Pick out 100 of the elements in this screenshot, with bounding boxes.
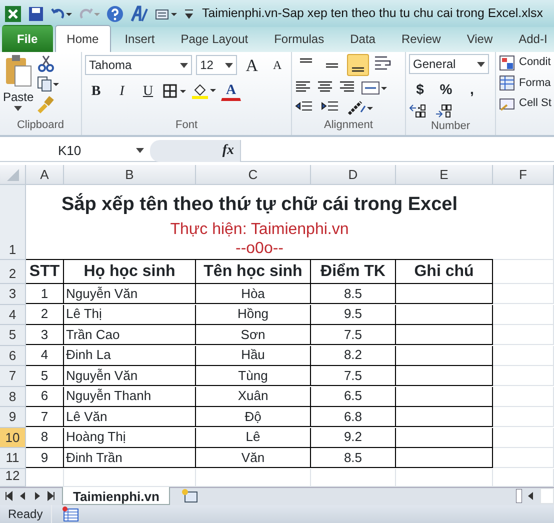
- font-size-field[interactable]: 12: [196, 55, 238, 76]
- underline-button[interactable]: U: [137, 80, 159, 102]
- column-header[interactable]: D: [311, 165, 396, 186]
- empty-cell: [493, 304, 554, 325]
- fill-color-icon[interactable]: [191, 82, 217, 100]
- row-header[interactable]: 11: [0, 448, 26, 469]
- empty-cell: [493, 386, 554, 407]
- align-center-icon[interactable]: [317, 80, 335, 94]
- last-sheet-icon[interactable]: [46, 491, 56, 502]
- borders-icon[interactable]: [163, 83, 187, 100]
- customize-menu-icon[interactable]: [184, 6, 194, 21]
- paste-button[interactable]: Paste: [3, 88, 34, 106]
- column-heading: Tên học sinh: [196, 260, 311, 284]
- ribbon-tab[interactable]: View: [454, 25, 505, 52]
- cell-styles-button[interactable]: Cell St: [499, 95, 551, 112]
- row-header[interactable]: 5: [0, 325, 26, 346]
- group-label: Number: [430, 119, 472, 134]
- percent-button[interactable]: %: [435, 78, 457, 100]
- align-lines-icon: [351, 67, 365, 72]
- ribbon-tab[interactable]: Formulas: [262, 25, 336, 52]
- prev-sheet-icon[interactable]: [18, 491, 28, 502]
- ribbon-tab[interactable]: Home: [54, 25, 111, 52]
- column-header[interactable]: F: [493, 165, 554, 186]
- italic-button[interactable]: I: [111, 80, 133, 102]
- text-orientation-icon[interactable]: [347, 100, 373, 116]
- row-header[interactable]: 2: [0, 260, 26, 284]
- format-table-button[interactable]: Forma: [499, 74, 551, 92]
- shrink-font-button[interactable]: A: [266, 54, 288, 76]
- column-header[interactable]: B: [64, 165, 196, 186]
- row-header[interactable]: 9: [0, 407, 26, 428]
- wrap-text-icon[interactable]: [373, 54, 393, 72]
- row-header[interactable]: 8: [0, 386, 26, 408]
- bold-button[interactable]: B: [85, 80, 107, 102]
- vertical-align-button[interactable]: [347, 54, 369, 76]
- copy-icon[interactable]: [36, 76, 59, 92]
- scroll-left-icon[interactable]: [526, 491, 536, 502]
- row-header[interactable]: 7: [0, 366, 26, 387]
- macro-record-icon[interactable]: [62, 506, 80, 522]
- conditional-formatting-button[interactable]: Condit: [499, 54, 551, 71]
- caret-icon[interactable]: [180, 62, 188, 68]
- ribbon-tab[interactable]: Insert: [112, 25, 167, 52]
- group-label: Clipboard: [16, 118, 66, 133]
- table-cell: 7.5: [311, 366, 396, 386]
- table-cell: Lê Văn: [64, 407, 196, 428]
- table-cell: Độ: [196, 407, 311, 428]
- next-sheet-icon[interactable]: [32, 491, 42, 502]
- caret-icon[interactable]: [14, 106, 22, 112]
- row-header[interactable]: 4: [0, 304, 26, 326]
- ribbon-tab[interactable]: Review: [389, 25, 453, 52]
- row-header[interactable]: 3: [0, 284, 26, 305]
- align-lines-icon: [325, 62, 339, 68]
- table-cell: Nguyễn Văn: [64, 284, 196, 304]
- table-cell: Lê Thị: [64, 304, 196, 325]
- row-header[interactable]: 1: [0, 185, 26, 260]
- empty-cell: [493, 428, 554, 448]
- caret-icon[interactable]: [477, 62, 485, 67]
- scissors-icon[interactable]: [36, 54, 55, 72]
- insert-sheet-icon[interactable]: [180, 488, 200, 504]
- ribbon-tab[interactable]: Data: [338, 25, 388, 52]
- empty-cell: [493, 260, 554, 284]
- table-cell: 8.5: [311, 284, 396, 304]
- number-format-field[interactable]: General: [409, 54, 489, 74]
- grow-font-button[interactable]: A: [241, 54, 263, 76]
- column-header[interactable]: A: [26, 165, 64, 186]
- scroll-split-icon[interactable]: [516, 489, 522, 504]
- column-header[interactable]: C: [196, 165, 311, 186]
- table-cell: 2: [26, 304, 64, 325]
- row-header[interactable]: 10: [0, 428, 26, 448]
- font-name-field[interactable]: Tahoma: [85, 55, 192, 76]
- merge-center-icon[interactable]: [361, 80, 387, 96]
- align-left-icon[interactable]: [295, 80, 313, 94]
- excel-logo-icon: [4, 4, 22, 23]
- table-cell: 6: [26, 386, 64, 407]
- paste-icon[interactable]: [3, 54, 34, 88]
- comma-button[interactable]: ,: [461, 78, 483, 100]
- column-header[interactable]: E: [396, 165, 493, 186]
- decrease-decimal-icon[interactable]: [435, 104, 453, 118]
- table-cell: 8.2: [311, 346, 396, 366]
- row-header[interactable]: 6: [0, 346, 26, 366]
- first-sheet-icon[interactable]: [4, 491, 14, 502]
- window-title: Taimienphi.vn-Sap xep ten theo thu tu chu cai trong Excel.xlsx: [202, 5, 543, 22]
- save-icon[interactable]: [28, 6, 44, 22]
- table-cell: Nguyễn Văn: [64, 366, 196, 386]
- ribbon-tab[interactable]: Add-I: [506, 25, 554, 52]
- sheet-tab[interactable]: Taimienphi.vn: [62, 487, 170, 506]
- caret-icon[interactable]: [225, 62, 234, 68]
- help-icon[interactable]: [106, 4, 124, 23]
- font-color-button[interactable]: A: [221, 81, 241, 102]
- ribbon-tab[interactable]: Page Layout: [168, 25, 260, 52]
- caret-icon[interactable]: [136, 148, 144, 154]
- align-right-icon[interactable]: [339, 80, 357, 94]
- row-header[interactable]: 12: [0, 468, 26, 487]
- name-box[interactable]: K10: [0, 140, 150, 162]
- spelling-icon[interactable]: [130, 4, 148, 23]
- increase-decimal-icon[interactable]: [409, 104, 427, 118]
- table-cell: 1: [26, 284, 64, 304]
- currency-button[interactable]: $: [409, 78, 431, 100]
- insert-function-button[interactable]: fx: [150, 140, 240, 162]
- table-style-icon: [499, 54, 515, 71]
- ribbon-tab[interactable]: File: [2, 25, 53, 52]
